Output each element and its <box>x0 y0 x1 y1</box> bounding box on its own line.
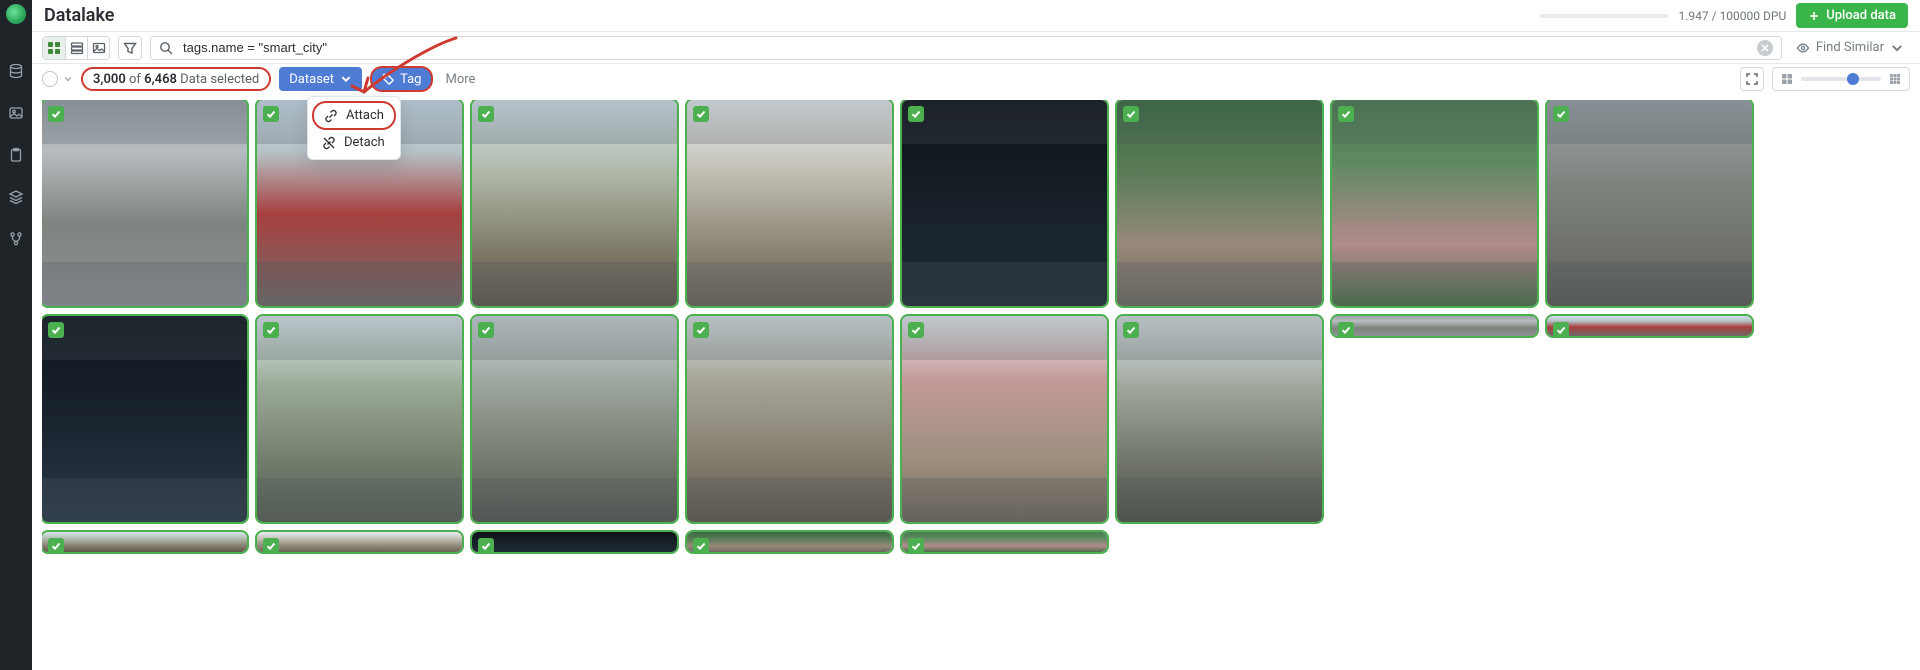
unlink-icon <box>322 136 336 150</box>
gallery-card[interactable] <box>42 532 247 552</box>
card-checkbox[interactable] <box>48 538 64 552</box>
gallery-card[interactable] <box>902 532 1107 552</box>
gallery-card[interactable] <box>472 100 677 306</box>
find-similar-button[interactable]: Find Similar <box>1790 40 1910 55</box>
zoom-small-icon[interactable] <box>1781 70 1793 89</box>
gallery-card[interactable] <box>1547 100 1752 306</box>
view-grid-button[interactable] <box>43 37 65 59</box>
card-checkbox[interactable] <box>908 538 924 552</box>
chevron-down-icon <box>1890 41 1904 55</box>
card-checkbox[interactable] <box>693 106 709 122</box>
gallery-card[interactable] <box>257 532 462 552</box>
card-checkbox[interactable] <box>48 106 64 122</box>
tag-detach-label: Detach <box>344 135 385 150</box>
tag-dropdown: Attach Detach <box>307 96 401 160</box>
app-logo <box>6 4 26 24</box>
search-row: Find Similar <box>32 32 1920 64</box>
nav-clipboard-icon[interactable] <box>7 146 25 164</box>
gallery-card[interactable] <box>1332 100 1537 306</box>
tag-detach-item[interactable]: Detach <box>312 130 396 155</box>
selection-count: 3,000 <box>93 72 126 87</box>
card-checkbox[interactable] <box>263 322 279 338</box>
card-checkbox[interactable] <box>1338 106 1354 122</box>
card-checkbox[interactable] <box>263 538 279 552</box>
more-button[interactable]: More <box>441 72 479 87</box>
card-checkbox[interactable] <box>478 106 494 122</box>
selection-count-pill: 3,000 of 6,468 Data selected <box>81 67 271 91</box>
nav-image-icon[interactable] <box>7 104 25 122</box>
selection-total: 6,468 <box>144 72 177 87</box>
search-clear-button[interactable] <box>1757 40 1773 56</box>
card-checkbox[interactable] <box>1338 322 1354 336</box>
thumbnail-size-slider[interactable] <box>1801 77 1881 81</box>
gallery-card[interactable] <box>687 316 892 522</box>
search-input[interactable] <box>181 39 1749 56</box>
chevron-down-icon <box>340 73 352 85</box>
tag-button[interactable]: Tag <box>370 66 433 92</box>
gallery-card[interactable] <box>687 532 892 552</box>
upload-data-label: Upload data <box>1826 8 1896 23</box>
page-title: Datalake <box>44 5 114 26</box>
tag-attach-item[interactable]: Attach <box>312 101 396 130</box>
zoom-large-icon[interactable] <box>1889 70 1901 89</box>
card-checkbox[interactable] <box>693 538 709 552</box>
select-all-menu[interactable] <box>63 74 73 84</box>
card-checkbox[interactable] <box>478 538 494 552</box>
search-box <box>150 36 1782 60</box>
gallery-card[interactable] <box>1117 316 1322 522</box>
gallery-card[interactable] <box>1547 316 1752 336</box>
gallery-card[interactable] <box>902 100 1107 306</box>
tag-icon <box>382 73 394 85</box>
card-checkbox[interactable] <box>263 106 279 122</box>
card-checkbox[interactable] <box>908 322 924 338</box>
card-checkbox[interactable] <box>48 322 64 338</box>
card-checkbox[interactable] <box>478 322 494 338</box>
search-icon <box>159 41 173 55</box>
gallery-card[interactable] <box>687 100 892 306</box>
nav-database-icon[interactable] <box>7 62 25 80</box>
nav-layers-icon[interactable] <box>7 188 25 206</box>
nav-branch-icon[interactable] <box>7 230 25 248</box>
thumbnail-size-control <box>1772 67 1910 91</box>
dataset-button[interactable]: Dataset <box>279 67 362 91</box>
top-bar: Datalake 1.947 / 100000 DPU Upload data <box>32 0 1920 32</box>
gallery-card[interactable] <box>1332 316 1537 336</box>
gallery-card[interactable] <box>257 316 462 522</box>
card-checkbox[interactable] <box>693 322 709 338</box>
gallery-card[interactable] <box>42 100 247 306</box>
dpu-usage-text: 1.947 / 100000 DPU <box>1679 9 1787 23</box>
find-similar-label: Find Similar <box>1816 40 1884 55</box>
tag-button-label: Tag <box>400 72 421 87</box>
gallery-card[interactable] <box>42 316 247 522</box>
card-checkbox[interactable] <box>1553 322 1569 336</box>
image-gallery <box>42 100 1910 670</box>
select-all-toggle[interactable] <box>42 71 58 87</box>
upload-data-button[interactable]: Upload data <box>1796 3 1908 28</box>
view-list-button[interactable] <box>65 37 87 59</box>
filter-button[interactable] <box>118 36 142 60</box>
gallery-card[interactable] <box>902 316 1107 522</box>
link-icon <box>324 109 338 123</box>
card-checkbox[interactable] <box>1123 322 1139 338</box>
toolbar-row: 3,000 of 6,468 Data selected Dataset Tag… <box>32 64 1920 94</box>
left-nav-rail <box>0 0 32 670</box>
gallery-card[interactable] <box>472 316 677 522</box>
card-checkbox[interactable] <box>1553 106 1569 122</box>
card-checkbox[interactable] <box>908 106 924 122</box>
card-checkbox[interactable] <box>1123 106 1139 122</box>
dataset-button-label: Dataset <box>289 72 334 87</box>
view-mode-toggle <box>42 36 110 60</box>
gallery-card[interactable] <box>472 532 677 552</box>
fullscreen-button[interactable] <box>1740 67 1764 91</box>
view-thumb-button[interactable] <box>87 37 109 59</box>
eye-icon <box>1796 41 1810 55</box>
gallery-card[interactable] <box>1117 100 1322 306</box>
tag-attach-label: Attach <box>346 108 384 123</box>
dpu-usage-bar <box>1539 14 1669 18</box>
